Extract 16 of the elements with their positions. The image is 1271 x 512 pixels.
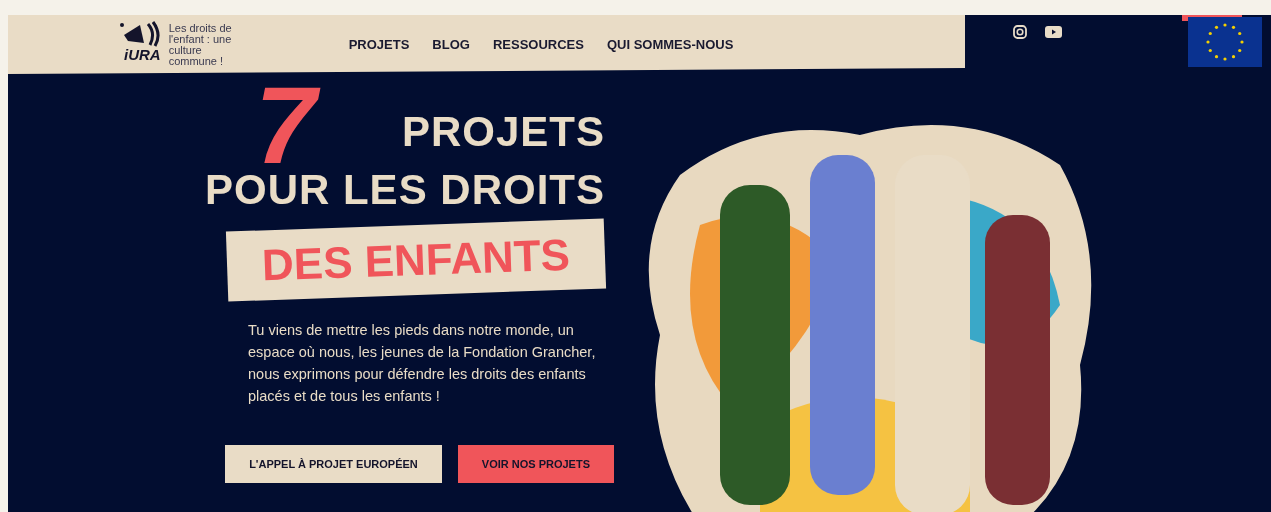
logo-wordmark[interactable]: iURA: [124, 46, 161, 63]
hero-highlight: DES ENFANTS: [225, 218, 607, 302]
logo-tagline: Les droits de l'enfant : une culture commune !: [168, 22, 233, 67]
projects-button[interactable]: VOIR NOS PROJETS: [457, 445, 614, 483]
nav-link[interactable]: RESSOURCES: [492, 37, 584, 52]
instagram-icon[interactable]: [1013, 25, 1027, 39]
call-button[interactable]: L'APPEL À PROJET EUROPÉEN: [225, 445, 442, 483]
nav-link[interactable]: BLOG: [432, 37, 470, 52]
nav-link[interactable]: QUI SOMMES-NOUS: [606, 37, 734, 52]
eu-flag-icon: [1188, 17, 1262, 67]
hero-title: POUR LES DROITS: [204, 165, 605, 215]
nav-link[interactable]: PROJETS: [348, 37, 410, 52]
youtube-icon[interactable]: [1045, 26, 1062, 38]
hero-title: PROJETS: [401, 107, 605, 157]
intro-paragraph: Tu viens de mettre les pieds dans notre monde, un espace où nous, les jeunes de la Fondation Grancher, nous exprimons pour défendre les droits des enfants placés et de tous les enfants !: [248, 321, 597, 406]
megaphone-logo-icon[interactable]: [120, 20, 162, 47]
